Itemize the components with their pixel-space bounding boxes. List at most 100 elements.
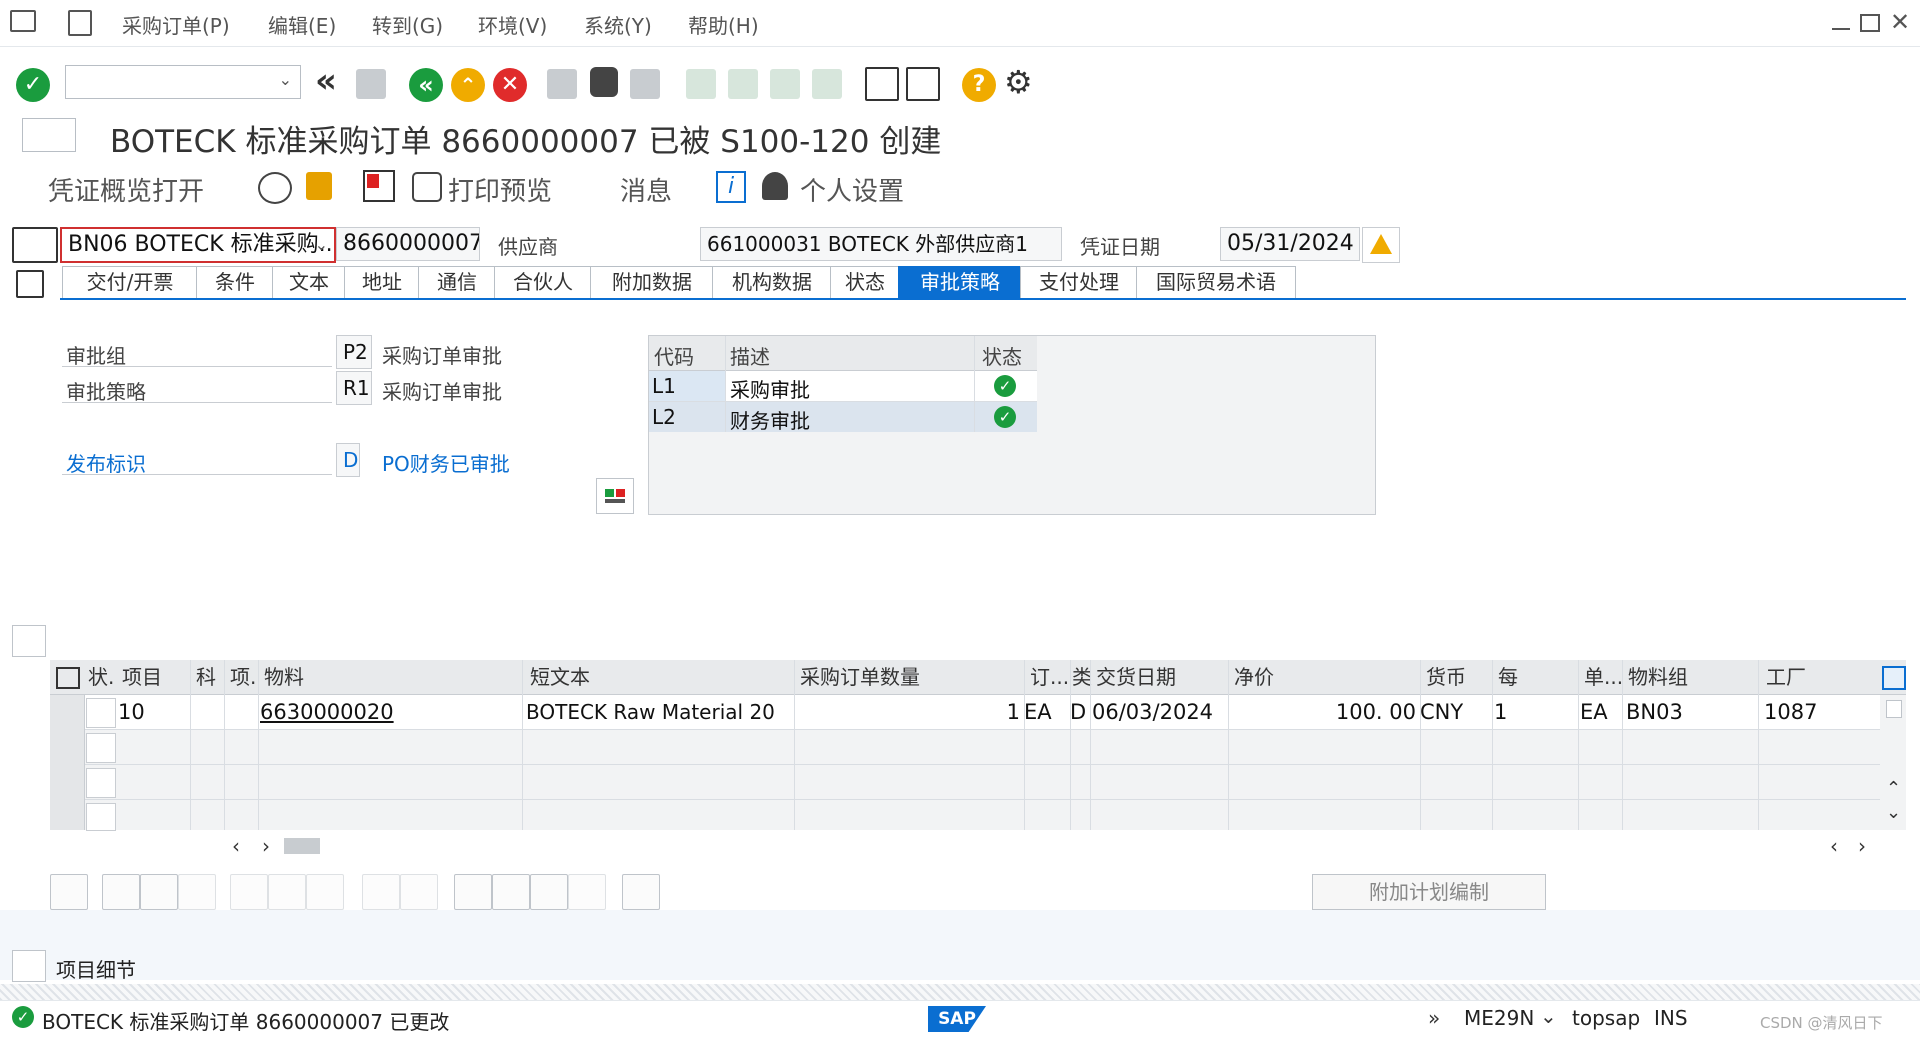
items-col-header[interactable]: 工厂 bbox=[1766, 660, 1806, 694]
print-preview-icon[interactable] bbox=[412, 172, 442, 202]
details-button[interactable] bbox=[50, 874, 88, 910]
cell-date-cat[interactable]: D bbox=[1070, 695, 1086, 729]
hold-icon[interactable] bbox=[306, 172, 332, 200]
release-indicator-code[interactable]: D bbox=[336, 443, 360, 477]
scroll-thumb[interactable] bbox=[1886, 700, 1902, 718]
table-row[interactable] bbox=[50, 765, 1880, 800]
personal-settings-icon[interactable] bbox=[762, 172, 788, 200]
cell-material[interactable]: 6630000020 bbox=[260, 695, 394, 729]
doc-overview-button[interactable]: 凭证概览打开 bbox=[48, 171, 204, 208]
help-icon[interactable]: ? bbox=[962, 68, 996, 102]
exit-icon[interactable]: ⌃ bbox=[451, 68, 485, 102]
first-page-icon[interactable] bbox=[686, 69, 716, 99]
table-row[interactable] bbox=[50, 800, 1880, 830]
command-field[interactable]: ⌄ bbox=[65, 65, 301, 99]
approval-row[interactable] bbox=[649, 402, 1037, 432]
last-page-icon[interactable] bbox=[812, 69, 842, 99]
release-strategy-code[interactable]: R1 bbox=[336, 371, 372, 405]
items-col-header[interactable]: 状. bbox=[88, 660, 114, 694]
scroll-right-icon[interactable]: › bbox=[1858, 834, 1866, 858]
tab-2[interactable]: 文本 bbox=[272, 266, 346, 298]
scroll-right-icon[interactable]: › bbox=[262, 834, 270, 858]
item-detail-label[interactable]: 项目细节 bbox=[56, 954, 136, 983]
restore-icon[interactable] bbox=[1860, 14, 1880, 32]
menu-goto[interactable]: 转到(G) bbox=[372, 10, 443, 39]
doc-type-select[interactable]: BN06 BOTECK 标准采购.. ⌄ bbox=[60, 227, 336, 263]
items-col-header[interactable]: 交货日期 bbox=[1096, 660, 1176, 694]
lock-button[interactable] bbox=[268, 874, 306, 910]
expand-status-icon[interactable]: » bbox=[1428, 1006, 1440, 1030]
input-mode[interactable]: INS bbox=[1654, 1006, 1688, 1030]
status-message[interactable]: BOTECK 标准采购订单 8660000007 已更改 bbox=[42, 1006, 449, 1035]
sap-menu-icon[interactable] bbox=[68, 10, 92, 36]
cell-order-unit[interactable]: EA bbox=[1580, 695, 1608, 729]
back-double-icon[interactable]: « bbox=[315, 61, 337, 101]
cell-mat-group[interactable]: BN03 bbox=[1626, 695, 1683, 729]
copy-item-button[interactable] bbox=[140, 874, 178, 910]
export-button[interactable] bbox=[622, 874, 660, 910]
tab-0[interactable]: 交付/开票 bbox=[62, 266, 198, 298]
cell-currency[interactable]: CNY bbox=[1420, 695, 1463, 729]
sort-asc-button[interactable] bbox=[454, 874, 492, 910]
check-error-icon[interactable] bbox=[363, 170, 395, 202]
cell-net-price[interactable]: 100. 00 bbox=[1300, 695, 1416, 729]
delete-button[interactable] bbox=[230, 874, 268, 910]
scroll-up-icon[interactable]: ⌃ bbox=[1886, 778, 1901, 799]
horizontal-scrollbar[interactable] bbox=[50, 832, 1906, 860]
cancel-icon[interactable]: ✕ bbox=[493, 68, 527, 102]
items-col-header[interactable]: 物料组 bbox=[1628, 660, 1688, 694]
status-cell[interactable] bbox=[86, 803, 116, 831]
find-icon[interactable] bbox=[590, 67, 618, 97]
tab-8[interactable]: 状态 bbox=[830, 266, 900, 298]
tab-10[interactable]: 支付处理 bbox=[1020, 266, 1138, 298]
menu-system[interactable]: 系统(Y) bbox=[584, 10, 652, 39]
table-settings-icon[interactable] bbox=[56, 667, 80, 689]
cell-qty[interactable]: 1 bbox=[990, 695, 1020, 729]
menu-help[interactable]: 帮助(H) bbox=[688, 10, 759, 39]
items-col-header[interactable]: 科 bbox=[196, 660, 216, 694]
minimize-icon[interactable] bbox=[1832, 28, 1850, 30]
po-number-field[interactable]: 8660000007 bbox=[336, 227, 480, 261]
status-cell[interactable] bbox=[86, 768, 116, 798]
items-col-header[interactable]: 项. bbox=[230, 660, 256, 694]
find-next-icon[interactable] bbox=[630, 69, 660, 99]
save-icon[interactable] bbox=[356, 69, 386, 99]
items-col-header[interactable]: 货币 bbox=[1426, 660, 1466, 694]
previous-page-icon[interactable] bbox=[728, 69, 758, 99]
cell-unit[interactable]: EA bbox=[1024, 695, 1052, 729]
unlock-button[interactable] bbox=[306, 874, 344, 910]
next-page-icon[interactable] bbox=[770, 69, 800, 99]
deselect-button[interactable] bbox=[400, 874, 438, 910]
items-col-header[interactable]: 采购订单数量 bbox=[800, 660, 920, 694]
item-detail-expand-icon[interactable] bbox=[12, 950, 46, 982]
tab-4[interactable]: 通信 bbox=[418, 266, 496, 298]
enter-check-icon[interactable]: ✓ bbox=[16, 68, 50, 102]
items-col-header[interactable]: 短文本 bbox=[530, 660, 590, 694]
cell-plant[interactable]: 1087 bbox=[1764, 695, 1817, 729]
create-session-icon[interactable] bbox=[865, 67, 899, 101]
print-icon[interactable] bbox=[547, 69, 577, 99]
menu-environment[interactable]: 环境(V) bbox=[478, 10, 547, 39]
select-all-button[interactable] bbox=[362, 874, 400, 910]
scroll-left-icon[interactable]: ‹ bbox=[1830, 834, 1838, 858]
tab-6[interactable]: 附加数据 bbox=[590, 266, 714, 298]
items-col-header[interactable]: 类 bbox=[1072, 660, 1092, 694]
tab-7[interactable]: 机构数据 bbox=[712, 266, 832, 298]
items-col-header[interactable]: 物料 bbox=[264, 660, 304, 694]
doc-date-field[interactable]: 05/31/2024 bbox=[1220, 227, 1360, 261]
vendor-field[interactable]: 661000031 BOTECK 外部供应商1 bbox=[700, 227, 1062, 261]
menu-purchase-order[interactable]: 采购订单(P) bbox=[122, 10, 230, 39]
release-group-code[interactable]: P2 bbox=[336, 335, 372, 369]
tab-11[interactable]: 国际贸易术语 bbox=[1136, 266, 1296, 298]
filter-off-button[interactable] bbox=[568, 874, 606, 910]
paste-item-button[interactable] bbox=[178, 874, 216, 910]
add-item-button[interactable] bbox=[102, 874, 140, 910]
info-icon[interactable]: i bbox=[716, 171, 746, 203]
chevron-down-icon[interactable]: ⌄ bbox=[1540, 1004, 1557, 1028]
cell-short-text[interactable]: BOTECK Raw Material 20 bbox=[526, 695, 775, 729]
menu-toggle-icon[interactable] bbox=[10, 10, 36, 32]
items-col-header[interactable]: 项目 bbox=[122, 660, 162, 694]
filter-button[interactable] bbox=[530, 874, 568, 910]
table-row[interactable] bbox=[50, 730, 1880, 765]
tab-9[interactable]: 审批策略 bbox=[898, 266, 1022, 298]
